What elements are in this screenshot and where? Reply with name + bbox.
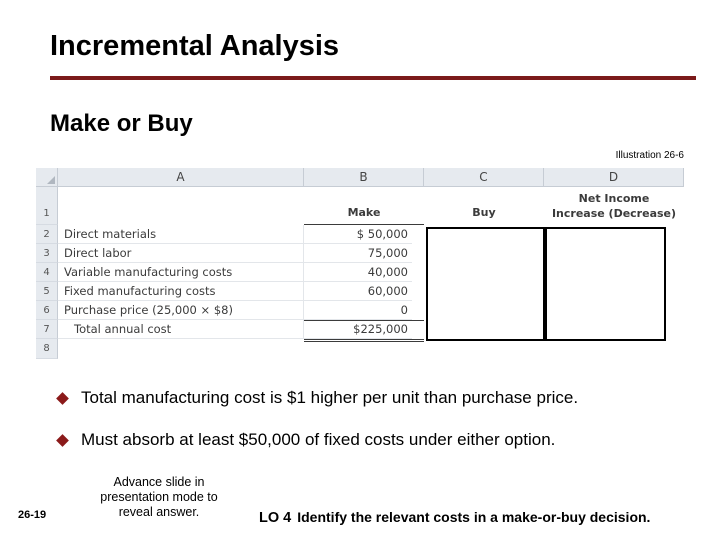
select-all-corner[interactable] — [36, 168, 58, 187]
make-value-direct-labor[interactable]: 75,000 — [304, 244, 412, 263]
net-income-answer-box — [545, 227, 666, 341]
bullet-item: Must absorb at least $50,000 of fixed co… — [56, 430, 556, 450]
title-divider — [50, 76, 696, 80]
row-label-variable-costs[interactable]: Variable manufacturing costs — [58, 263, 304, 282]
bullet-item: Total manufacturing cost is $1 higher pe… — [56, 388, 579, 408]
lo-text: Identify the relevant costs in a make-or… — [297, 509, 651, 525]
slide-title: Incremental Analysis — [50, 30, 340, 62]
row-label-direct-labor[interactable]: Direct labor — [58, 244, 304, 263]
total-double-rule-2 — [304, 341, 424, 342]
row-number-4[interactable]: 4 — [36, 263, 58, 282]
bullet-text: Total manufacturing cost is $1 higher pe… — [81, 388, 579, 407]
make-value-purchase-price[interactable]: 0 — [304, 301, 412, 320]
bullet-text: Must absorb at least $50,000 of fixed co… — [81, 430, 556, 449]
illustration-label: Illustration 26-6 — [615, 150, 684, 161]
row-number-2[interactable]: 2 — [36, 225, 58, 244]
make-value-fixed-costs[interactable]: 60,000 — [304, 282, 412, 301]
row-number-7[interactable]: 7 — [36, 320, 58, 339]
make-header: Make — [347, 206, 381, 219]
learning-objective: LO 4 Identify the relevant costs in a mak… — [259, 509, 650, 526]
diamond-bullet-icon — [56, 391, 69, 405]
net-income-header: Net Income — [578, 192, 650, 205]
row-label-total[interactable]: Total annual cost — [58, 320, 304, 339]
make-value-total[interactable]: $225,000 — [304, 320, 412, 339]
row-number-8[interactable]: 8 — [36, 339, 58, 359]
make-value-direct-materials[interactable]: $ 50,000 — [304, 225, 412, 244]
row-number-3[interactable]: 3 — [36, 244, 58, 263]
row-label-direct-materials[interactable]: Direct materials — [58, 225, 304, 244]
slide-subtitle: Make or Buy — [50, 110, 193, 137]
spreadsheet: A B C D 1 2 3 4 5 6 7 8 Make Buy Net Inc… — [36, 168, 684, 359]
row-number-5[interactable]: 5 — [36, 282, 58, 301]
column-header-c[interactable]: C — [424, 168, 544, 187]
row-label-purchase-price[interactable]: Purchase price (25,000 × $8) — [58, 301, 304, 320]
buy-header: Buy — [472, 206, 496, 219]
lo-code: LO 4 — [259, 510, 292, 526]
make-value-variable-costs[interactable]: 40,000 — [304, 263, 412, 282]
column-header-a[interactable]: A — [58, 168, 304, 187]
page-number: 26-19 — [18, 509, 47, 521]
column-header-b[interactable]: B — [304, 168, 424, 187]
diamond-bullet-icon — [56, 433, 69, 447]
row-number-6[interactable]: 6 — [36, 301, 58, 320]
advance-note: Advance slide in presentation mode to re… — [100, 475, 218, 519]
total-double-rule — [304, 339, 424, 340]
row-label-fixed-costs[interactable]: Fixed manufacturing costs — [58, 282, 304, 301]
column-header-d[interactable]: D — [544, 168, 684, 187]
net-income-header-2: Increase (Decrease) — [551, 207, 677, 220]
buy-answer-box — [426, 227, 545, 341]
row-number-1[interactable]: 1 — [36, 187, 58, 225]
